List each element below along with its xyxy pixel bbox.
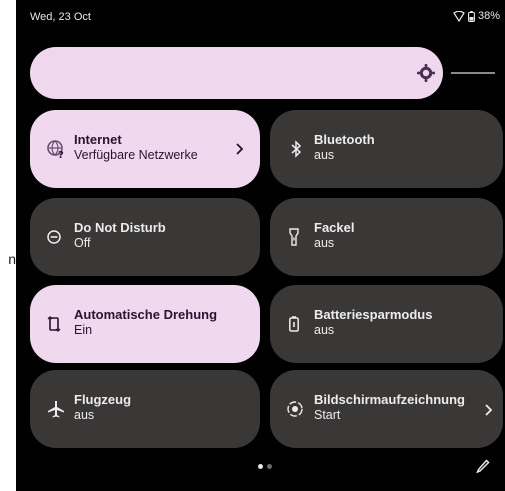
tile-bluetooth-title: Bluetooth: [314, 132, 375, 147]
page-dot: [267, 464, 272, 469]
wifi-question-icon: ?: [46, 139, 66, 159]
tile-auto-rotate-subtitle: Ein: [74, 323, 93, 337]
page-indicator: [258, 464, 272, 469]
tile-auto-rotate-title: Automatische Drehung: [74, 307, 218, 322]
rotate-icon: [46, 314, 66, 334]
tile-screen-record-subtitle: Start: [314, 408, 341, 422]
tile-flashlight-title: Fackel: [314, 220, 355, 235]
brightness-slider[interactable]: [30, 47, 495, 99]
tile-battery-saver[interactable]: Batteriesparmodus aus: [270, 285, 503, 363]
flashlight-icon: [286, 227, 306, 247]
tile-do-not-disturb-title: Do Not Disturb: [74, 220, 166, 235]
tile-battery-saver-subtitle: aus: [314, 323, 335, 337]
brightness-slider-track: [451, 72, 495, 74]
tile-screen-record[interactable]: Bildschirmaufzeichnung Start: [270, 370, 503, 448]
status-icons: 38%: [453, 10, 500, 22]
battery-saver-icon: [286, 314, 306, 334]
brightness-icon: [416, 63, 436, 83]
bluetooth-icon: [286, 139, 306, 159]
chevron-right-icon: [234, 139, 246, 159]
tile-airplane-title: Flugzeug: [74, 392, 132, 407]
battery-icon: [468, 10, 475, 22]
airplane-icon: [46, 399, 66, 419]
quick-settings-panel: Wed, 23 Oct 38% ? Internet Verfügbare Ne…: [16, 0, 505, 491]
edit-pencil-icon[interactable]: [476, 459, 490, 475]
tile-bluetooth[interactable]: Bluetooth aus: [270, 110, 503, 188]
tile-internet-subtitle: Verfügbare Netzwerke: [74, 148, 198, 162]
tile-flashlight-subtitle: aus: [314, 236, 335, 250]
wifi-icon: [453, 10, 465, 22]
tile-screen-record-title: Bildschirmaufzeichnung: [314, 392, 465, 407]
svg-text:?: ?: [58, 150, 64, 159]
tile-airplane[interactable]: Flugzeug aus: [30, 370, 260, 448]
brightness-slider-fill: [30, 47, 443, 99]
status-date: Wed, 23 Oct: [30, 11, 91, 23]
do-not-disturb-icon: [46, 227, 66, 247]
tile-airplane-subtitle: aus: [74, 408, 95, 422]
tile-do-not-disturb[interactable]: Do Not Disturb Off: [30, 198, 260, 276]
tile-battery-saver-title: Batteriesparmodus: [314, 307, 433, 322]
battery-percent: 38%: [477, 10, 500, 22]
page-dot-active: [258, 464, 263, 469]
background-app-text: n: [8, 251, 16, 267]
chevron-right-icon: [483, 399, 495, 419]
tile-internet-title: Internet: [74, 132, 122, 147]
tile-bluetooth-subtitle: aus: [314, 148, 335, 162]
tile-auto-rotate[interactable]: Automatische Drehung Ein: [30, 285, 260, 363]
tile-internet[interactable]: ? Internet Verfügbare Netzwerke: [30, 110, 260, 188]
screen-record-icon: [286, 399, 306, 419]
tile-flashlight[interactable]: Fackel aus: [270, 198, 503, 276]
tile-do-not-disturb-subtitle: Off: [74, 236, 91, 250]
